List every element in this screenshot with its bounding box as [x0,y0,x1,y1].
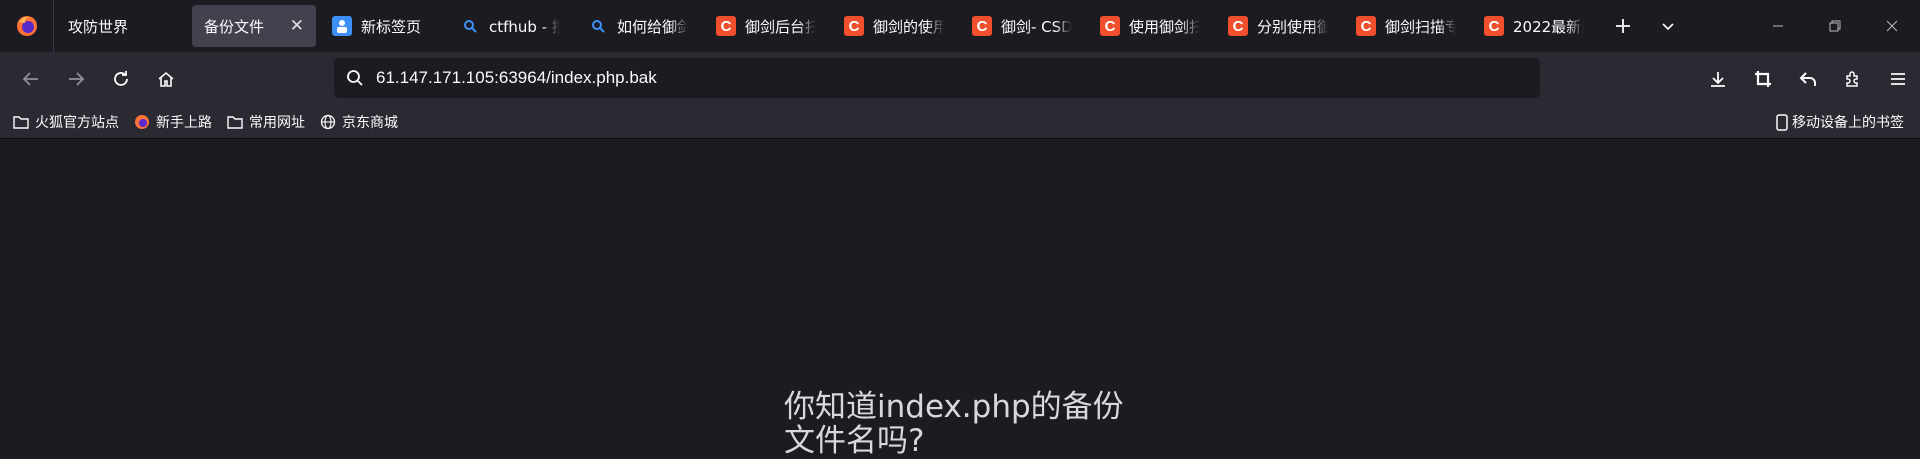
tab-8[interactable]: C 使用御剑扫 [1088,5,1212,47]
close-tab-icon[interactable]: ✕ [276,16,304,36]
bookmarks-toolbar: 火狐官方站点 新手上路 常用网址 京东商城 移动设备上的书签 [0,105,1920,139]
tab-3[interactable]: ctfhub - 搜 [448,5,572,47]
tab-label: 如何给御剑 [617,17,688,36]
tab-11[interactable]: C 2022最新版 [1472,5,1596,47]
chevron-down-icon [1662,23,1674,31]
csdn-icon: C [1356,16,1376,36]
mobile-bookmarks[interactable]: 移动设备上的书签 [1776,105,1904,139]
tab-5[interactable]: C 御剑后台扫 [704,5,828,47]
page-message: 你知道index.php的备份文件名吗? [784,389,1124,459]
close-window-button[interactable] [1863,0,1920,52]
folder-icon [226,113,244,131]
tab-4[interactable]: 如何给御剑 [576,5,700,47]
tab-label: 使用御剑扫 [1129,17,1200,36]
bookmark-item[interactable]: 京东商城 [319,112,398,132]
folder-icon [12,113,30,131]
csdn-icon: C [716,16,736,36]
tab-10[interactable]: C 御剑扫描专 [1344,5,1468,47]
mobile-device-icon [1776,113,1788,131]
tab-label: 备份文件 [204,17,265,36]
bookmark-item[interactable]: 火狐官方站点 [12,112,119,132]
tab-label: 新标签页 [361,17,422,36]
undo-arrow-icon [1799,71,1816,86]
list-all-tabs-button[interactable] [1648,0,1688,52]
search-icon [588,16,608,36]
csdn-icon: C [972,16,992,36]
mobile-bookmarks-label: 移动设备上的书签 [1792,115,1904,131]
url-text[interactable]: 61.147.171.105:63964/index.php.bak [376,68,657,88]
search-icon [347,70,363,86]
extensions-button[interactable] [1830,59,1875,99]
tab-7[interactable]: C 御剑- CSDN [960,5,1084,47]
page-content: 你知道index.php的备份文件名吗? [0,140,1920,458]
minimize-button[interactable] [1749,0,1806,52]
csdn-icon: C [844,16,864,36]
firefox-logo-icon [16,16,37,36]
csdn-icon: C [1484,16,1504,36]
tab-label: 御剑- CSDN [1001,17,1072,36]
restore-icon [1829,20,1840,32]
bookmark-label: 火狐官方站点 [35,114,119,131]
tab-label: 分别使用御 [1257,17,1328,36]
restore-button[interactable] [1806,0,1863,52]
home-icon [157,71,174,87]
reload-icon [113,70,128,86]
tab-label: 攻防世界 [68,17,129,36]
tab-1-active[interactable]: 备份文件 ✕ [192,5,316,47]
tab-2[interactable]: 新标签页 [320,5,444,47]
minimize-icon [1772,25,1783,27]
hamburger-menu-icon [1890,72,1905,85]
tab-label: 御剑后台扫 [745,17,816,36]
tab-label: 御剑的使用 [873,17,944,36]
crop-icon [1754,70,1771,87]
person-icon [332,16,352,36]
bookmark-label: 新手上路 [156,114,212,131]
bookmark-label: 常用网址 [249,114,305,131]
arrow-right-icon [68,71,84,86]
nav-bar: 61.147.171.105:63964/index.php.bak [0,52,1920,105]
plus-icon [1616,19,1630,33]
tab-0[interactable]: 攻防世界 [56,5,188,47]
back-button[interactable] [8,59,53,99]
tab-6[interactable]: C 御剑的使用 [832,5,956,47]
screenshot-button[interactable] [1740,59,1785,99]
csdn-icon: C [1228,16,1248,36]
new-tab-button[interactable] [1598,0,1648,52]
csdn-icon: C [1100,16,1120,36]
tab-9[interactable]: C 分别使用御 [1216,5,1340,47]
home-button[interactable] [143,59,188,99]
search-icon [460,16,480,36]
download-icon [1710,71,1725,87]
reload-button[interactable] [98,59,143,99]
tab-label: 御剑扫描专 [1385,17,1456,36]
close-icon [1886,20,1897,32]
url-bar[interactable]: 61.147.171.105:63964/index.php.bak [334,58,1540,98]
bookmark-label: 京东商城 [342,114,398,131]
forward-button[interactable] [53,59,98,99]
downloads-button[interactable] [1695,59,1740,99]
arrow-left-icon [22,71,38,86]
tab-label: 2022最新版 [1513,17,1584,36]
firefox-icon [133,113,151,131]
undo-button[interactable] [1785,59,1830,99]
tab-strip: 攻防世界 备份文件 ✕ 新标签页 ctfhub - 搜 如何给御剑 C 御剑后台… [0,0,1920,52]
puzzle-icon [1845,70,1858,87]
app-menu-button[interactable] [1875,59,1920,99]
globe-icon [319,113,337,131]
firefox-view-button[interactable] [0,0,54,52]
bookmark-item[interactable]: 新手上路 [133,112,212,132]
bookmark-item[interactable]: 常用网址 [226,112,305,132]
tab-label: ctfhub - 搜 [489,17,560,36]
